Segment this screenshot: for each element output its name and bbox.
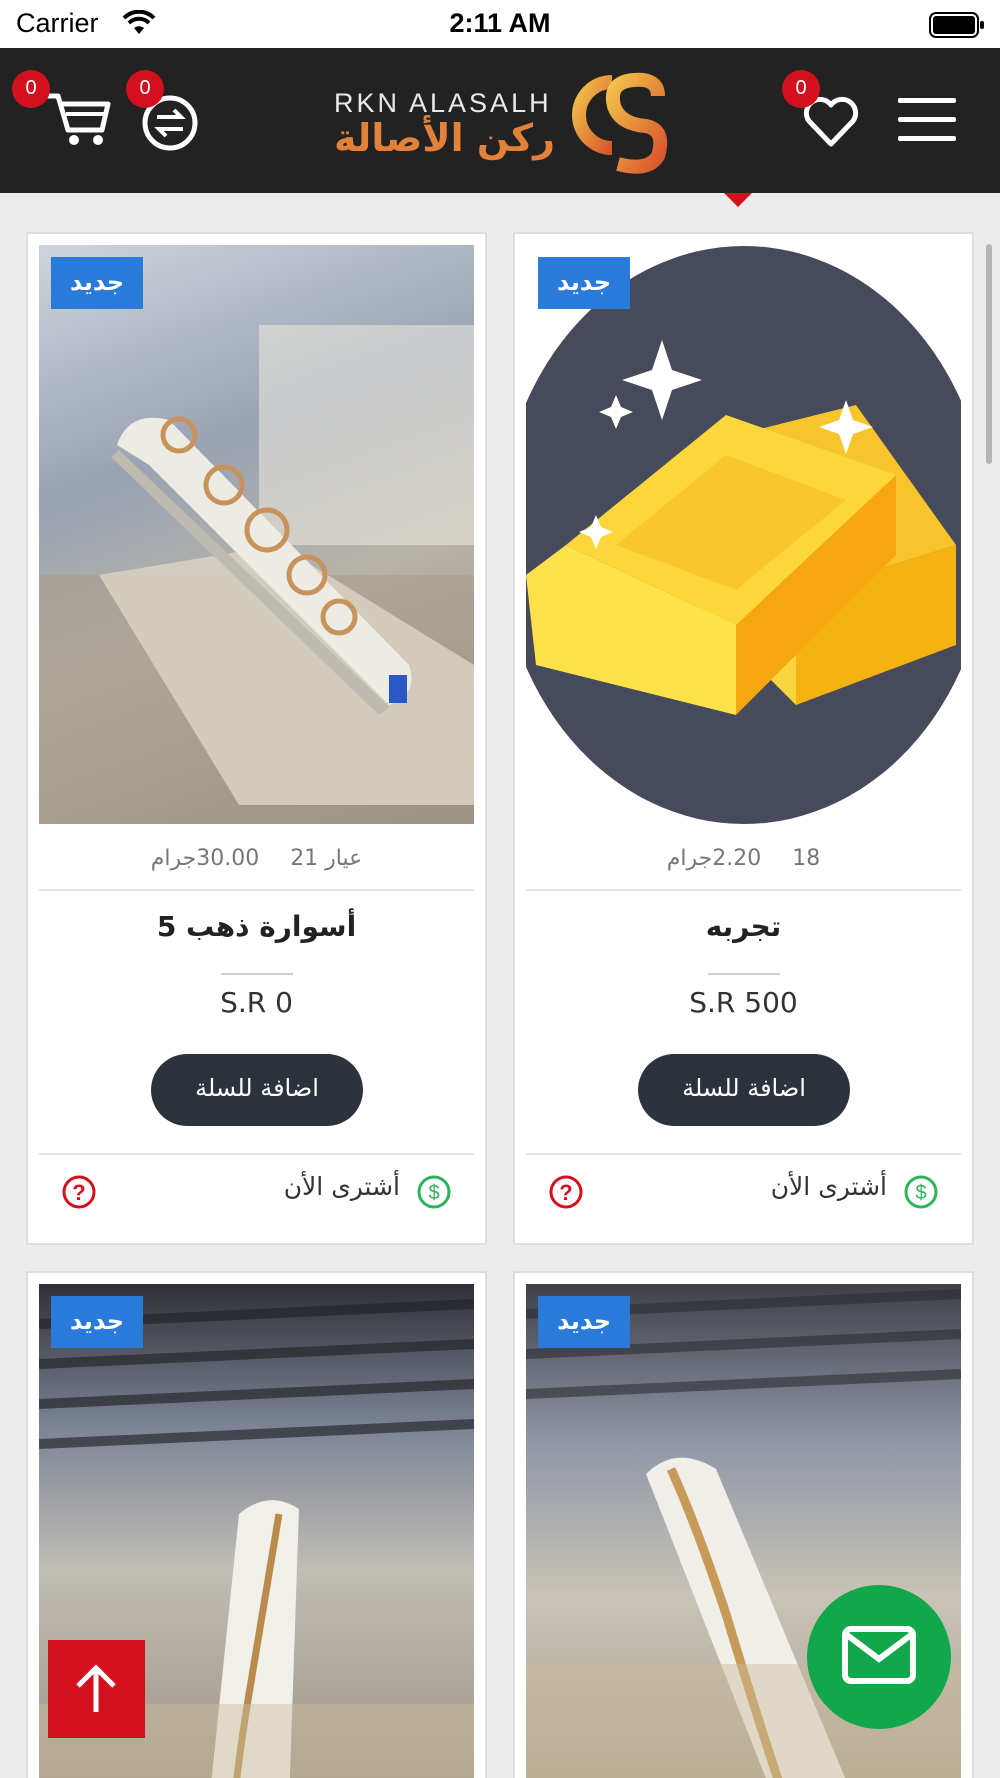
logo-arabic-text: ركن الأصالة [334,116,556,160]
battery-icon [929,12,984,38]
scroll-to-top-button[interactable] [48,1640,145,1738]
menu-pointer-indicator [724,193,752,207]
product-name[interactable]: أسوارة ذهب 5 [39,910,474,943]
status-time: 2:11 AM [449,8,551,38]
divider [39,1153,474,1155]
product-image[interactable]: جديد [526,245,961,824]
new-badge: جديد [538,257,630,309]
add-to-cart-button[interactable]: اضافة للسلة [151,1054,363,1126]
product-card[interactable]: جديد عيار 21 30.00جرام أسوارة ذهب 5 S.R … [26,232,487,1245]
svg-text:?: ? [72,1180,85,1205]
dollar-icon: $ [904,1175,938,1209]
add-to-cart-button[interactable]: اضافة للسلة [638,1054,850,1126]
status-bar: Carrier 2:11 AM [0,0,1000,48]
divider [526,889,961,891]
buy-now-link[interactable]: أشترى الأن [284,1172,400,1201]
product-price: S.R 0 [220,986,293,1019]
product-meta: عيار 21 30.00جرام [39,846,474,871]
product-image[interactable]: جديد [39,245,474,824]
cart-count-badge: 0 [12,70,50,108]
gold-bracelet-photo [39,325,474,824]
buy-now-row[interactable]: $ أشترى الأن ? [39,1170,474,1210]
gold-bars-illustration [526,246,961,824]
app-header: 0 0 RKN ALASALH ركن الأصالة 0 [0,48,1000,193]
product-price: S.R 500 [689,986,798,1019]
store-logo[interactable]: RKN ALASALH ركن الأصالة [330,68,675,178]
new-badge: جديد [538,1296,630,1348]
cart-icon[interactable] [42,86,112,148]
menu-icon[interactable] [898,98,956,142]
logo-english-text: RKN ALASALH [334,88,552,118]
contact-mail-button[interactable] [807,1585,951,1729]
help-icon[interactable]: ? [61,1174,97,1210]
divider [221,973,293,975]
new-badge: جديد [51,1296,143,1348]
scrollbar[interactable] [986,244,992,464]
divider [708,973,780,975]
divider [39,889,474,891]
dollar-icon: $ [417,1175,451,1209]
product-name[interactable]: تجربه [526,910,961,943]
product-card[interactable]: جديد 18 2.20جرام تجربه S.R 500 اضافة للس… [513,232,974,1245]
wishlist-count-badge: 0 [782,70,820,108]
svg-text:$: $ [915,1182,926,1204]
divider [526,1153,961,1155]
arrow-up-icon [76,1664,116,1712]
buy-now-row[interactable]: $ أشترى الأن ? [526,1170,961,1210]
product-weight: 30.00جرام [150,846,260,871]
buy-now-link[interactable]: أشترى الأن [771,1172,887,1201]
product-karat: عيار 21 [290,846,363,871]
logo-monogram-icon [572,72,668,174]
product-weight: 2.20جرام [666,846,762,871]
product-meta: 18 2.20جرام [526,846,961,871]
mail-icon [842,1626,916,1684]
new-badge: جديد [51,257,143,309]
compare-count-badge: 0 [126,70,164,108]
help-icon[interactable]: ? [548,1174,584,1210]
svg-text:$: $ [428,1182,439,1204]
product-karat: 18 [792,846,821,871]
svg-text:?: ? [559,1180,572,1205]
